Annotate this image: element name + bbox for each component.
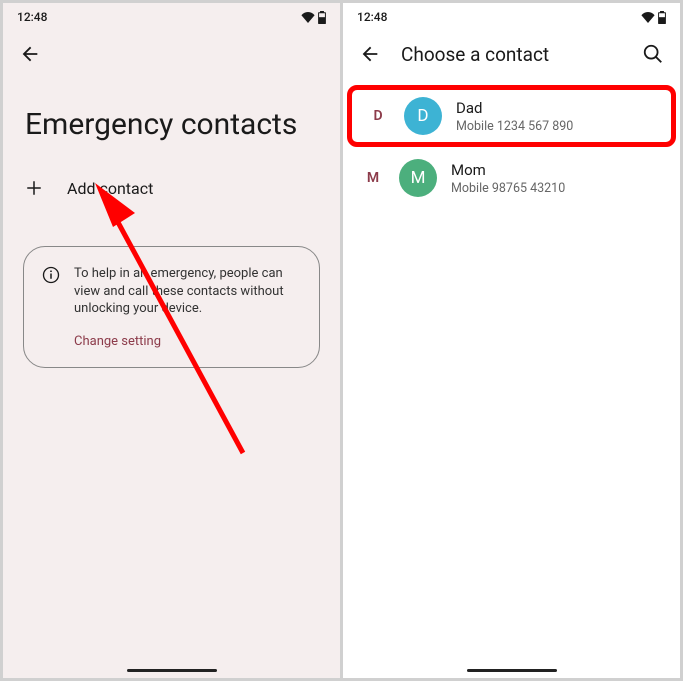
emergency-contacts-screen: 12:48 Emergency contacts Add contact To … bbox=[3, 3, 340, 678]
plus-icon bbox=[25, 179, 43, 197]
back-icon[interactable] bbox=[359, 43, 381, 65]
contact-dad[interactable]: D D Dad Mobile 1234 567 890 bbox=[347, 85, 676, 147]
appbar: Choose a contact bbox=[343, 31, 680, 77]
battery-icon bbox=[658, 11, 666, 24]
clock: 12:48 bbox=[357, 10, 387, 24]
section-letter: M bbox=[361, 170, 385, 186]
section-letter: D bbox=[366, 108, 390, 124]
choose-contact-screen: 12:48 Choose a contact D D Dad Mobile 12… bbox=[343, 3, 680, 678]
contact-name: Dad bbox=[456, 99, 573, 117]
change-setting-link[interactable]: Change setting bbox=[74, 334, 301, 349]
wifi-icon bbox=[301, 12, 315, 23]
add-contact-label: Add contact bbox=[67, 179, 153, 198]
status-icons bbox=[301, 11, 326, 24]
avatar: D bbox=[404, 97, 442, 135]
battery-icon bbox=[318, 11, 326, 24]
appbar bbox=[3, 31, 340, 77]
add-contact-button[interactable]: Add contact bbox=[3, 164, 340, 212]
contact-sub: Mobile 98765 43210 bbox=[451, 181, 565, 196]
avatar-initial: M bbox=[411, 168, 426, 188]
clock: 12:48 bbox=[17, 10, 47, 24]
info-card: To help in an emergency, people can view… bbox=[23, 246, 320, 368]
statusbar: 12:48 bbox=[3, 3, 340, 31]
search-icon[interactable] bbox=[642, 43, 664, 65]
appbar-title: Choose a contact bbox=[401, 43, 549, 66]
status-icons bbox=[641, 11, 666, 24]
nav-handle[interactable] bbox=[127, 669, 217, 672]
contact-name: Mom bbox=[451, 161, 565, 179]
contact-mom[interactable]: M M Mom Mobile 98765 43210 bbox=[347, 147, 676, 209]
info-text: To help in an emergency, people can view… bbox=[74, 265, 301, 318]
info-icon bbox=[42, 266, 60, 284]
back-icon[interactable] bbox=[19, 43, 41, 65]
wifi-icon bbox=[641, 12, 655, 23]
statusbar: 12:48 bbox=[343, 3, 680, 31]
page-title: Emergency contacts bbox=[3, 77, 340, 164]
contact-sub: Mobile 1234 567 890 bbox=[456, 119, 573, 134]
avatar-initial: D bbox=[417, 106, 428, 126]
nav-handle[interactable] bbox=[467, 669, 557, 672]
avatar: M bbox=[399, 159, 437, 197]
